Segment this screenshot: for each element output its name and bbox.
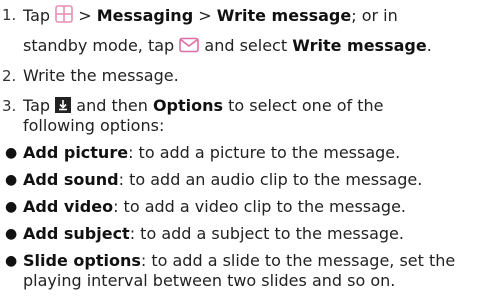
option-label: Add picture <box>23 143 129 162</box>
option-label: Add subject <box>23 224 130 243</box>
bullet: ● <box>5 172 18 188</box>
download-icon <box>55 97 72 113</box>
write-message-label: Write message <box>292 36 427 55</box>
option-description: : to add an audio clip to the message. <box>118 170 423 189</box>
step-text: following options: <box>23 116 165 135</box>
option-description: playing interval between two slides and … <box>23 271 396 290</box>
messaging-label: Messaging <box>96 6 194 25</box>
option-label: Slide options <box>23 251 141 270</box>
option-label: Add video <box>23 197 114 216</box>
options-label: Options <box>152 96 224 115</box>
option-description: : to add a slide to the message, set the <box>140 251 456 270</box>
write-message-label: Write message <box>216 6 352 25</box>
bullet: ● <box>5 199 18 215</box>
menu-grid-icon <box>55 5 73 23</box>
bullet: ● <box>5 226 18 242</box>
step-number: 3. <box>2 97 17 115</box>
bullet: ● <box>5 145 18 161</box>
option-description: : to add a subject to the message. <box>129 224 404 243</box>
option-description: : to add a video clip to the message. <box>113 197 406 216</box>
option-description: : to add a picture to the message. <box>128 143 401 162</box>
step-text: Tap > Messaging > Write message; or in <box>23 5 398 25</box>
option-label: Add sound <box>23 170 119 189</box>
step-number: 1. <box>2 6 17 24</box>
step-number: 2. <box>2 67 17 85</box>
envelope-icon <box>179 37 200 53</box>
bullet: ● <box>5 253 18 269</box>
step-text: Write the message. <box>23 66 179 85</box>
step-text: Tap and then Options to select one of th… <box>23 96 384 115</box>
step-text: standby mode, tap and select Write messa… <box>23 36 432 55</box>
